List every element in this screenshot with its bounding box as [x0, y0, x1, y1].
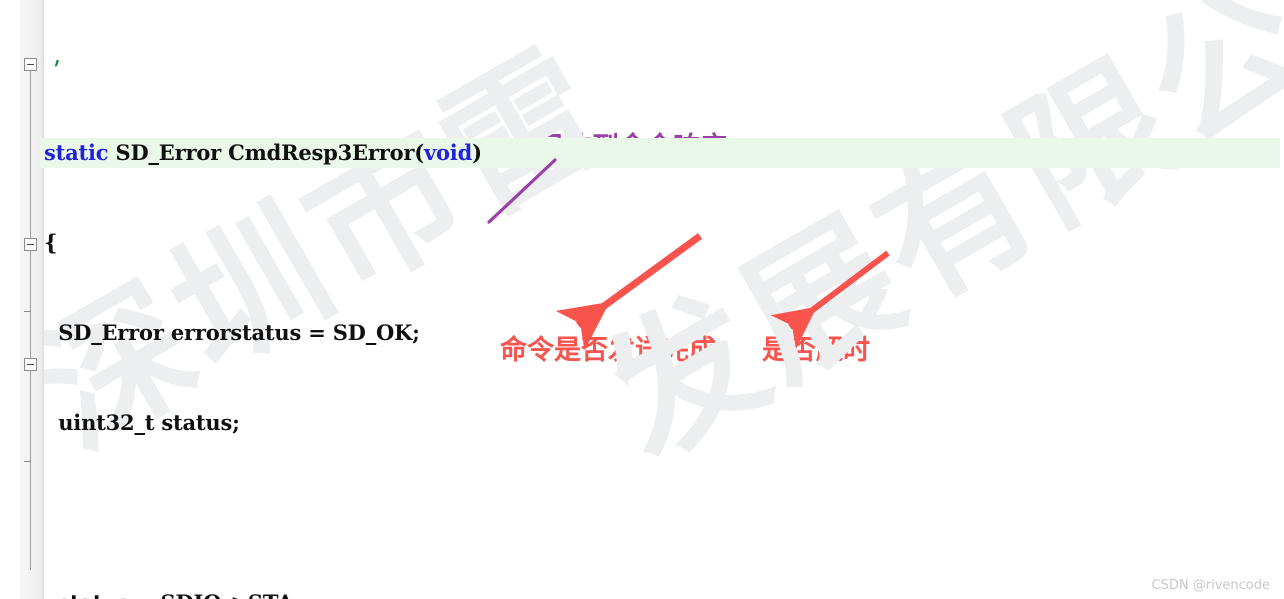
code-line-comment-end: */ — [44, 60, 1280, 78]
code-line-signature: static SD_Error CmdResp3Error(void) — [40, 138, 1280, 168]
code-editor-screenshot: 深圳市雷 发展有限公司 */ static SD_Error CmdResp3E… — [0, 0, 1284, 599]
fold-end-tick-while — [24, 311, 31, 312]
editor-gutter — [20, 0, 42, 599]
code-content[interactable]: */ static SD_Error CmdResp3Error(void) {… — [40, 0, 1280, 599]
code-line-blank-1 — [44, 498, 1280, 528]
fold-toggle-while[interactable] — [24, 238, 37, 251]
code-line-status-read-1: status = SDIO->STA; — [44, 588, 1280, 599]
fold-toggle-if[interactable] — [24, 358, 37, 371]
fold-end-tick-if — [24, 461, 31, 462]
code-line-errorstatus-decl: SD_Error errorstatus = SD_OK; — [44, 320, 420, 345]
code-line-status-decl: uint32_t status; — [44, 410, 240, 435]
fold-guide-line-outer — [30, 70, 31, 570]
credit-watermark: CSDN @rivencode — [1151, 578, 1270, 593]
code-line-open-brace: { — [44, 230, 58, 255]
fold-toggle-function[interactable] — [24, 58, 37, 71]
